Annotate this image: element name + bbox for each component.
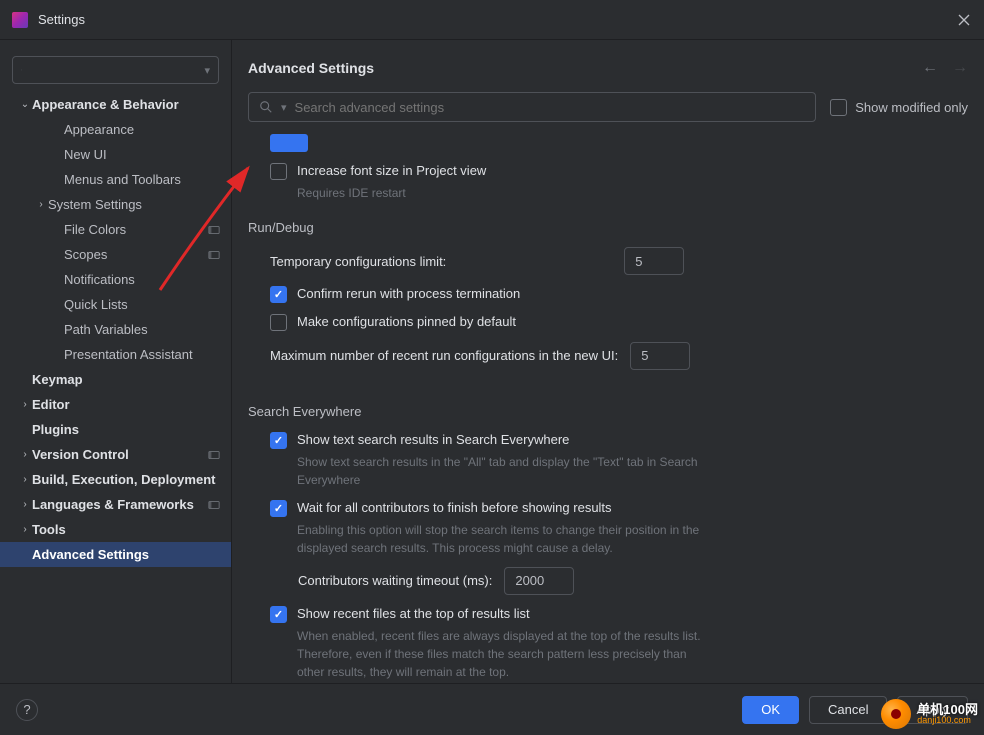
dialog-footer: ? OK Cancel Apply	[0, 683, 984, 735]
sidebar-item-languages-frameworks[interactable]: ›Languages & Frameworks	[0, 492, 231, 517]
timeout-label: Contributors waiting timeout (ms):	[298, 573, 492, 588]
sidebar-item-advanced-settings[interactable]: Advanced Settings	[0, 542, 231, 567]
temp-limit-label: Temporary configurations limit:	[270, 254, 446, 269]
settings-content[interactable]: Increase font size in Project view Requi…	[248, 134, 968, 683]
app-icon	[12, 12, 28, 28]
project-scope-icon	[207, 449, 221, 461]
sidebar-search[interactable]: ▾	[12, 56, 219, 84]
sidebar-item-quick-lists[interactable]: Quick Lists	[0, 292, 231, 317]
chevron-icon: ›	[18, 524, 32, 535]
sidebar-search-input[interactable]	[28, 63, 204, 78]
confirm-rerun-checkbox[interactable]: Confirm rerun with process termination	[248, 285, 958, 303]
chevron-icon: ›	[18, 399, 32, 410]
wait-checkbox[interactable]: Wait for all contributors to finish befo…	[248, 499, 958, 557]
titlebar: Settings	[0, 0, 984, 40]
max-recent-label: Maximum number of recent run configurati…	[270, 348, 618, 363]
timeout-input[interactable]	[504, 567, 574, 595]
section-run-debug: Run/Debug	[248, 220, 958, 235]
sidebar-item-plugins[interactable]: Plugins	[0, 417, 231, 442]
apply-button[interactable]: Apply	[897, 696, 968, 724]
temp-limit-input[interactable]	[624, 247, 684, 275]
project-scope-icon	[207, 249, 221, 261]
project-scope-icon	[207, 499, 221, 511]
chevron-icon: ⌄	[18, 99, 32, 110]
show-text-checkbox[interactable]: Show text search results in Search Every…	[248, 431, 958, 489]
chevron-icon: ›	[18, 449, 32, 460]
ok-button[interactable]: OK	[742, 696, 799, 724]
truncated-item	[270, 134, 308, 152]
settings-search[interactable]: ▾	[248, 92, 816, 122]
sidebar-item-notifications[interactable]: Notifications	[0, 267, 231, 292]
show-modified-checkbox[interactable]: Show modified only	[830, 99, 968, 116]
cancel-button[interactable]: Cancel	[809, 696, 887, 724]
page-title: Advanced Settings	[248, 60, 374, 76]
sidebar-item-version-control[interactable]: ›Version Control	[0, 442, 231, 467]
chevron-icon: ›	[18, 499, 32, 510]
sidebar-item-editor[interactable]: ›Editor	[0, 392, 231, 417]
sidebar-item-scopes[interactable]: Scopes	[0, 242, 231, 267]
max-recent-input[interactable]	[630, 342, 690, 370]
sidebar-item-appearance[interactable]: Appearance	[0, 117, 231, 142]
section-search-everywhere: Search Everywhere	[248, 404, 958, 419]
window-title: Settings	[38, 12, 85, 27]
sidebar-item-path-variables[interactable]: Path Variables	[0, 317, 231, 342]
nav-forward-icon[interactable]: →	[952, 59, 968, 77]
sidebar-item-system-settings[interactable]: ›System Settings	[0, 192, 231, 217]
sidebar-item-keymap[interactable]: Keymap	[0, 367, 231, 392]
sidebar-item-appearance-behavior[interactable]: ⌄Appearance & Behavior	[0, 92, 231, 117]
help-button[interactable]: ?	[16, 699, 38, 721]
chevron-icon: ›	[18, 474, 32, 485]
nav-back-icon[interactable]: ←	[922, 59, 938, 77]
settings-tree: ⌄Appearance & BehaviorAppearanceNew UIMe…	[0, 92, 231, 683]
sidebar-item-tools[interactable]: ›Tools	[0, 517, 231, 542]
chevron-icon: ›	[34, 199, 48, 210]
sidebar-item-presentation-assistant[interactable]: Presentation Assistant	[0, 342, 231, 367]
settings-main: Advanced Settings ← → ▾ Show modified on…	[232, 40, 984, 683]
show-modified-label: Show modified only	[855, 100, 968, 115]
settings-sidebar: ▾ ⌄Appearance & BehaviorAppearanceNew UI…	[0, 40, 232, 683]
close-button[interactable]	[956, 12, 972, 28]
sidebar-item-menus-and-toolbars[interactable]: Menus and Toolbars	[0, 167, 231, 192]
sidebar-item-file-colors[interactable]: File Colors	[0, 217, 231, 242]
pinned-checkbox[interactable]: Make configurations pinned by default	[248, 313, 958, 331]
increase-font-checkbox[interactable]: Increase font size in Project view Requi…	[248, 162, 958, 202]
project-scope-icon	[207, 224, 221, 236]
sidebar-item-build-execution-deployment[interactable]: ›Build, Execution, Deployment	[0, 467, 231, 492]
recent-files-checkbox[interactable]: Show recent files at the top of results …	[248, 605, 958, 681]
settings-search-input[interactable]	[295, 100, 806, 115]
sidebar-item-new-ui[interactable]: New UI	[0, 142, 231, 167]
